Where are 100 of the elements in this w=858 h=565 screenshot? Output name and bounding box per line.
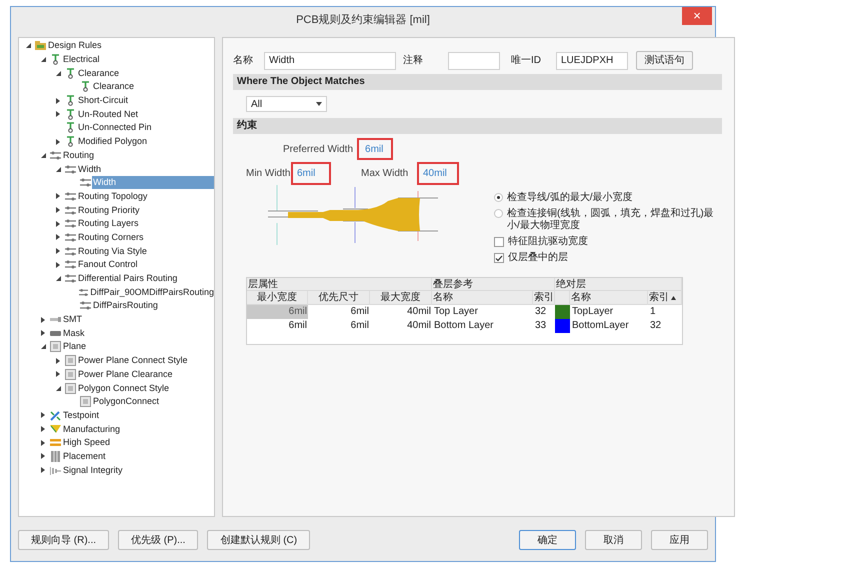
tree-item[interactable]: Clearance — [92, 80, 134, 94]
collapsed-arrow-icon[interactable] — [56, 248, 60, 254]
dialog-button[interactable]: 规则向导 (R)... — [18, 530, 109, 550]
collapsed-arrow-icon[interactable] — [56, 371, 60, 378]
tree-item[interactable]: Routing Corners — [77, 230, 144, 244]
comment-field[interactable] — [448, 52, 500, 70]
collapsed-arrow-icon[interactable] — [56, 234, 60, 240]
min-width-label: Min Width — [246, 167, 291, 181]
tree-item[interactable]: DiffPairsRouting — [92, 299, 158, 312]
window-title: PCB规则及约束编辑器 [mil] — [296, 12, 430, 28]
dialog-button[interactable]: 取消 — [585, 530, 642, 550]
expanded-arrow-icon[interactable] — [26, 43, 30, 48]
preferred-width-value[interactable]: 6mil — [357, 138, 394, 160]
routing-icon — [65, 164, 76, 175]
expanded-arrow-icon[interactable] — [56, 276, 60, 282]
checkbox[interactable] — [494, 253, 504, 263]
scope-dropdown[interactable]: All — [246, 96, 327, 112]
name-field[interactable]: Width — [264, 52, 396, 70]
tree-item[interactable]: Power Plane Clearance — [77, 368, 173, 381]
tree-item[interactable]: Manufacturing — [62, 422, 120, 436]
tree-item[interactable]: Placement — [62, 450, 106, 463]
collapsed-arrow-icon[interactable] — [41, 440, 45, 446]
option-label: 检查连接铜(线轨，圆弧，填充，焊盘和过孔)最小/最大物理宽度 — [507, 208, 715, 232]
tree-item[interactable]: Design Rules — [47, 39, 102, 52]
column-header[interactable]: 索引 — [648, 291, 682, 305]
collapsed-arrow-icon[interactable] — [41, 467, 45, 474]
collapsed-arrow-icon[interactable] — [56, 262, 60, 268]
table-cell: 6mil — [247, 305, 308, 319]
max-width-value[interactable]: 40mil — [417, 162, 459, 185]
tree-item[interactable]: Signal Integrity — [62, 464, 123, 477]
tree-item[interactable]: Routing — [62, 148, 94, 162]
tree-item[interactable]: SMT — [62, 313, 82, 326]
dialog-button[interactable]: 优先级 (P)... — [118, 530, 198, 550]
tree-item[interactable]: Un-Routed Net — [77, 108, 138, 121]
option-label: 特征阻抗驱动宽度 — [508, 236, 588, 248]
collapsed-arrow-icon[interactable] — [41, 330, 45, 336]
tree-item[interactable]: Un-Connected Pin — [77, 121, 152, 134]
collapsed-arrow-icon[interactable] — [56, 207, 60, 214]
tree-item[interactable]: Electrical — [62, 53, 100, 66]
tree-item[interactable]: Polygon Connect Style — [77, 382, 170, 395]
table-cell-text: 33 — [534, 319, 548, 333]
collapsed-arrow-icon[interactable] — [56, 220, 60, 227]
expanded-arrow-icon[interactable] — [40, 344, 46, 350]
radio-button[interactable] — [494, 193, 503, 202]
test-query-button[interactable]: 测试语句 — [636, 51, 693, 70]
tree-item[interactable]: Width — [77, 162, 102, 176]
table-cell-text: 32 — [534, 305, 548, 319]
tree-item[interactable]: PolygonConnect — [92, 395, 160, 408]
expanded-arrow-icon[interactable] — [40, 57, 46, 62]
tree-item[interactable]: Routing Layers — [77, 217, 139, 230]
dialog-button[interactable]: 确定 — [519, 530, 576, 550]
collapsed-arrow-icon[interactable] — [41, 453, 45, 460]
expanded-arrow-icon[interactable] — [56, 70, 60, 76]
expanded-arrow-icon[interactable] — [56, 166, 60, 172]
column-header[interactable]: 名称 — [432, 291, 533, 305]
collapsed-arrow-icon[interactable] — [41, 316, 45, 323]
column-header[interactable]: 名称 — [570, 291, 648, 305]
column-header[interactable]: 最大宽度 — [370, 291, 432, 305]
collapsed-arrow-icon[interactable] — [56, 358, 60, 364]
tree-item[interactable]: Differential Pairs Routing — [77, 272, 178, 286]
tree-item[interactable]: Power Plane Connect Style — [77, 354, 188, 368]
checkbox[interactable] — [494, 237, 504, 247]
bars-icon — [50, 437, 61, 448]
dialog-button[interactable]: 应用 — [651, 530, 708, 550]
tree-item[interactable]: High Speed — [62, 436, 110, 450]
tree-item[interactable]: Routing Topology — [77, 190, 148, 203]
close-button[interactable]: × — [682, 7, 712, 25]
routing-icon — [65, 204, 76, 216]
collapsed-arrow-icon[interactable] — [41, 426, 45, 432]
plane-icon — [65, 355, 76, 366]
tree-item[interactable]: Testpoint — [62, 408, 100, 422]
collapsed-arrow-icon[interactable] — [41, 412, 45, 418]
tree-item[interactable]: Plane — [62, 340, 86, 354]
collapsed-arrow-icon[interactable] — [56, 193, 60, 200]
routing-icon — [65, 232, 76, 243]
tree-item[interactable]: Modified Polygon — [77, 135, 148, 148]
tree-item[interactable]: Routing Priority — [77, 204, 140, 217]
folder-icon — [35, 40, 46, 52]
tree-item[interactable]: Mask — [62, 326, 85, 340]
rule-icon — [65, 95, 76, 106]
expanded-arrow-icon[interactable] — [56, 386, 60, 391]
tree-item[interactable]: Routing Via Style — [77, 244, 147, 258]
tree-item[interactable]: DiffPair_90OMDiffPairsRouting — [89, 286, 214, 299]
unique-id-field[interactable]: LUEJDPXH — [556, 52, 628, 70]
expanded-arrow-icon[interactable] — [40, 152, 46, 158]
column-header[interactable]: 索引 — [533, 291, 555, 305]
radio-button[interactable] — [494, 209, 503, 218]
column-header[interactable]: 优先尺寸 — [308, 291, 370, 305]
probe-icon — [50, 410, 61, 421]
tree-item[interactable]: Short-Circuit — [77, 94, 128, 108]
collapsed-arrow-icon[interactable] — [56, 111, 60, 118]
tree-item[interactable]: Clearance — [77, 66, 120, 80]
tree-item[interactable]: Fanout Control — [77, 258, 138, 272]
name-label: 名称 — [233, 54, 254, 68]
collapsed-arrow-icon[interactable] — [56, 138, 60, 145]
collapsed-arrow-icon[interactable] — [56, 98, 60, 104]
unique-id-label: 唯一ID — [511, 54, 542, 68]
dialog-button[interactable]: 创建默认规则 (C) — [207, 530, 310, 550]
preferred-width-label: Preferred Width — [283, 142, 354, 156]
min-width-value[interactable]: 6mil — [291, 162, 331, 185]
